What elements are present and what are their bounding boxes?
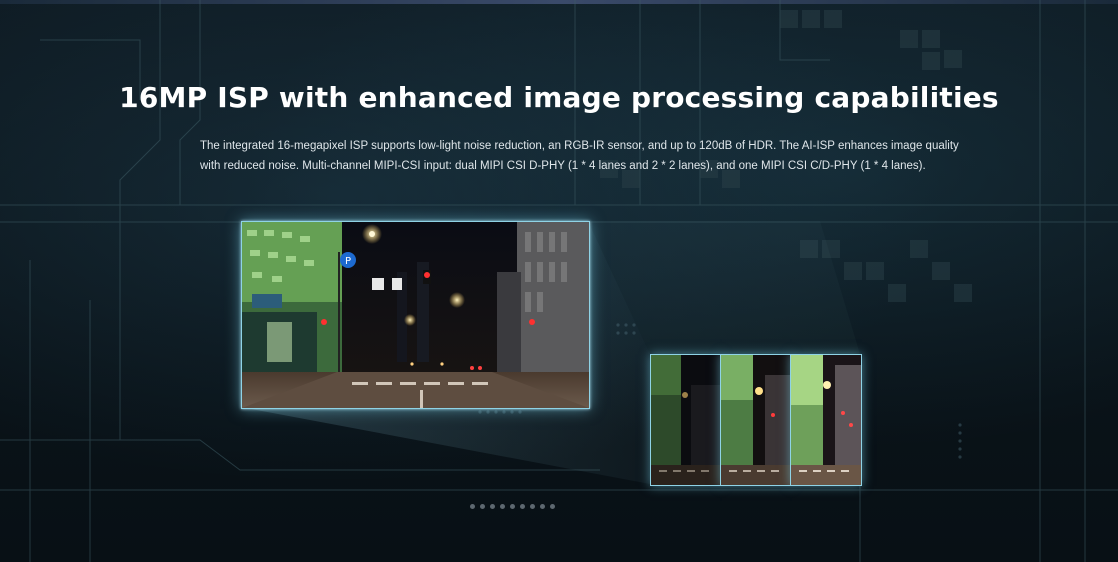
night-street-thumbnail-medium-icon — [721, 355, 791, 485]
thumbnail-bright — [790, 354, 862, 486]
pagination-dot[interactable] — [470, 504, 475, 509]
night-street-scene-icon: P — [242, 222, 589, 408]
pagination-dot[interactable] — [530, 504, 535, 509]
parking-sign-label: P — [345, 256, 351, 267]
pagination-dot[interactable] — [550, 504, 555, 509]
pagination-dots — [470, 504, 555, 512]
pagination-dot[interactable] — [490, 504, 495, 509]
pagination-dot[interactable] — [540, 504, 545, 509]
night-street-thumbnail-dark-icon — [651, 355, 721, 485]
pagination-dot[interactable] — [480, 504, 485, 509]
pagination-dot[interactable] — [500, 504, 505, 509]
isp-feature-section: 16MP ISP with enhanced image processing … — [0, 0, 1118, 562]
thumbnail-medium — [720, 354, 792, 486]
thumbnail-dark — [650, 354, 722, 486]
night-street-thumbnail-bright-icon — [791, 355, 861, 485]
pagination-dot[interactable] — [520, 504, 525, 509]
main-street-image: P — [241, 221, 590, 409]
pagination-dot[interactable] — [510, 504, 515, 509]
